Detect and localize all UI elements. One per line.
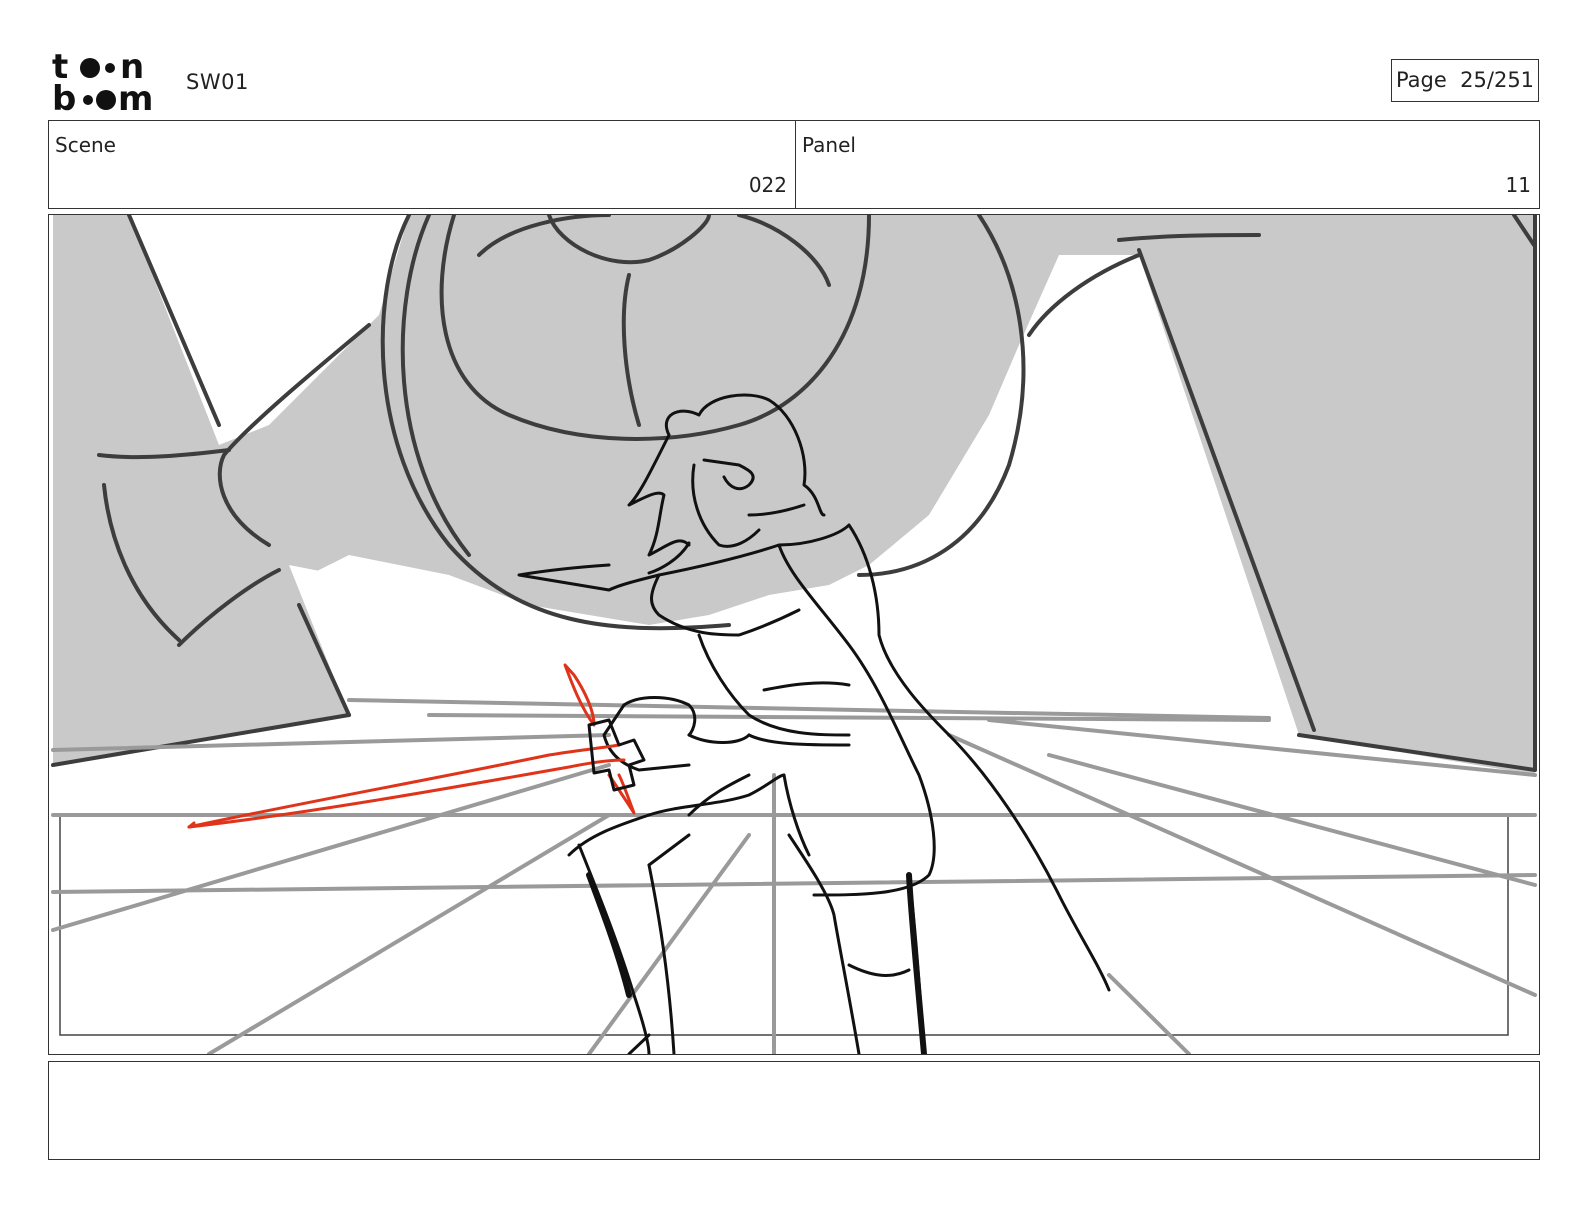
storyboard-sketch-icon: [51, 215, 1537, 1054]
scene-number: 022: [748, 173, 787, 197]
project-name: SW01: [186, 70, 249, 94]
page-label: Page: [1395, 68, 1447, 92]
scene-cell: Scene 022: [49, 121, 796, 208]
logo-letter-b: b: [52, 79, 76, 114]
page-number: 25/251: [1460, 68, 1535, 92]
toonboom-logo: t n b m: [50, 47, 168, 119]
panel-cell: Panel 11: [796, 121, 1539, 208]
panel-number: 11: [1505, 173, 1531, 197]
panel-label: Panel: [802, 133, 856, 157]
dialogue-caption-box: [48, 1061, 1540, 1160]
page-indicator: Page 25/251: [1391, 59, 1539, 102]
scene-label: Scene: [55, 133, 116, 157]
scene-panel-row: Scene 022 Panel 11: [48, 120, 1540, 209]
storyboard-panel-frame: [48, 214, 1540, 1055]
logo-letter-m: m: [118, 79, 153, 114]
